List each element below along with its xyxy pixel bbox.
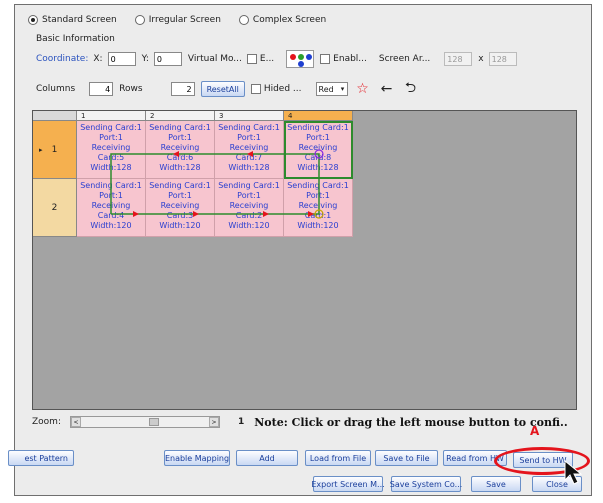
- mouse-pointer-icon: [564, 460, 583, 485]
- zoom-slider-thumb[interactable]: [148, 418, 159, 426]
- zoom-note-row: Zoom: < > 1 Note: Click or drag the left…: [32, 414, 580, 430]
- coordinate-label: Coordinate:: [36, 54, 89, 64]
- screen-grid-panel[interactable]: 1 2 3 4 ▸ 1 2 Sending Card:1 Port:1 Rece…: [32, 110, 577, 410]
- x-label: X:: [93, 54, 103, 64]
- cable-arrow-icon: [173, 151, 179, 157]
- star-icon[interactable]: ☆: [354, 81, 372, 97]
- lamp-color-icon[interactable]: [286, 50, 315, 68]
- undo-icon[interactable]: ⮌: [402, 80, 420, 97]
- rows-input[interactable]: [170, 82, 195, 96]
- irregular-screen-radio[interactable]: Irregular Screen: [134, 15, 221, 25]
- columns-input[interactable]: [89, 82, 114, 96]
- cable-arrow-icon: [247, 151, 253, 157]
- y-label: Y:: [141, 54, 149, 64]
- complex-screen-radio[interactable]: Complex Screen: [238, 15, 327, 25]
- coordinate-row: Coordinate: X: Y: Virtual Mo... E... Ena…: [36, 50, 523, 68]
- basic-information-title: Basic Information: [36, 34, 115, 44]
- annotation-label: A: [530, 424, 540, 438]
- radio-empty-icon: [238, 15, 249, 25]
- color-select-value: Red: [318, 84, 334, 94]
- hidden-label: Hided ...: [263, 84, 302, 94]
- cable-route-line: [110, 153, 320, 215]
- complex-screen-label: Complex Screen: [252, 15, 327, 25]
- save-to-file-button[interactable]: Save to File: [375, 450, 438, 466]
- virtual-mode-label: Virtual Mo...: [187, 54, 242, 64]
- cable-arrow-icon: [263, 211, 269, 217]
- columns-label: Columns: [36, 84, 76, 94]
- color-select[interactable]: Red ▾: [315, 82, 348, 96]
- enable-label: Enabl...: [333, 54, 367, 64]
- save-system-config-button[interactable]: Save System Co...: [390, 476, 462, 492]
- virtual-mode-checkbox[interactable]: [246, 54, 257, 64]
- zoom-increase-icon[interactable]: >: [208, 417, 219, 427]
- screen-width-input[interactable]: [444, 52, 473, 66]
- zoom-value: 1: [237, 417, 245, 427]
- screen-height-input[interactable]: [488, 52, 517, 66]
- zoom-decrease-icon[interactable]: <: [70, 417, 81, 427]
- cable-arrow-icon: [193, 211, 199, 217]
- chevron-down-icon: ▾: [340, 85, 345, 93]
- enable-mapping-button[interactable]: Enable Mapping: [164, 450, 230, 466]
- cabling-path-overlay: [110, 149, 324, 219]
- screen-mode-selector: Standard Screen Irregular Screen Complex…: [28, 12, 344, 28]
- instruction-note: Note: Click or drag the left mouse butto…: [254, 415, 568, 429]
- cable-arrow-icon: [308, 211, 314, 217]
- dimension-separator: x: [478, 54, 484, 64]
- radio-empty-icon: [134, 15, 145, 25]
- standard-screen-radio[interactable]: Standard Screen: [28, 15, 117, 25]
- zoom-label: Zoom:: [32, 417, 61, 427]
- standard-screen-label: Standard Screen: [42, 15, 117, 25]
- reset-all-button[interactable]: ResetAll: [200, 81, 245, 97]
- e-label: E...: [259, 54, 275, 64]
- add-button[interactable]: Add: [236, 450, 298, 466]
- layout-row: Columns Rows ResetAll Hided ... Red ▾ ☆ …: [36, 80, 426, 98]
- radio-selected-icon: [28, 15, 38, 25]
- load-from-file-button[interactable]: Load from File: [305, 450, 371, 466]
- cable-arrow-icon: [133, 211, 139, 217]
- rows-label: Rows: [119, 84, 143, 94]
- save-button[interactable]: Save: [471, 476, 521, 492]
- back-arrow-icon[interactable]: ←: [378, 81, 396, 97]
- x-input[interactable]: [107, 52, 136, 66]
- zoom-slider[interactable]: < >: [69, 416, 220, 428]
- y-input[interactable]: [153, 52, 182, 66]
- enable-checkbox[interactable]: [320, 54, 331, 64]
- export-screen-map-button[interactable]: Export Screen M...: [311, 476, 385, 492]
- irregular-screen-label: Irregular Screen: [148, 15, 221, 25]
- test-pattern-button[interactable]: est Pattern: [8, 450, 74, 466]
- screen-area-label: Screen Ar...: [378, 54, 431, 64]
- hidden-checkbox[interactable]: [250, 84, 261, 94]
